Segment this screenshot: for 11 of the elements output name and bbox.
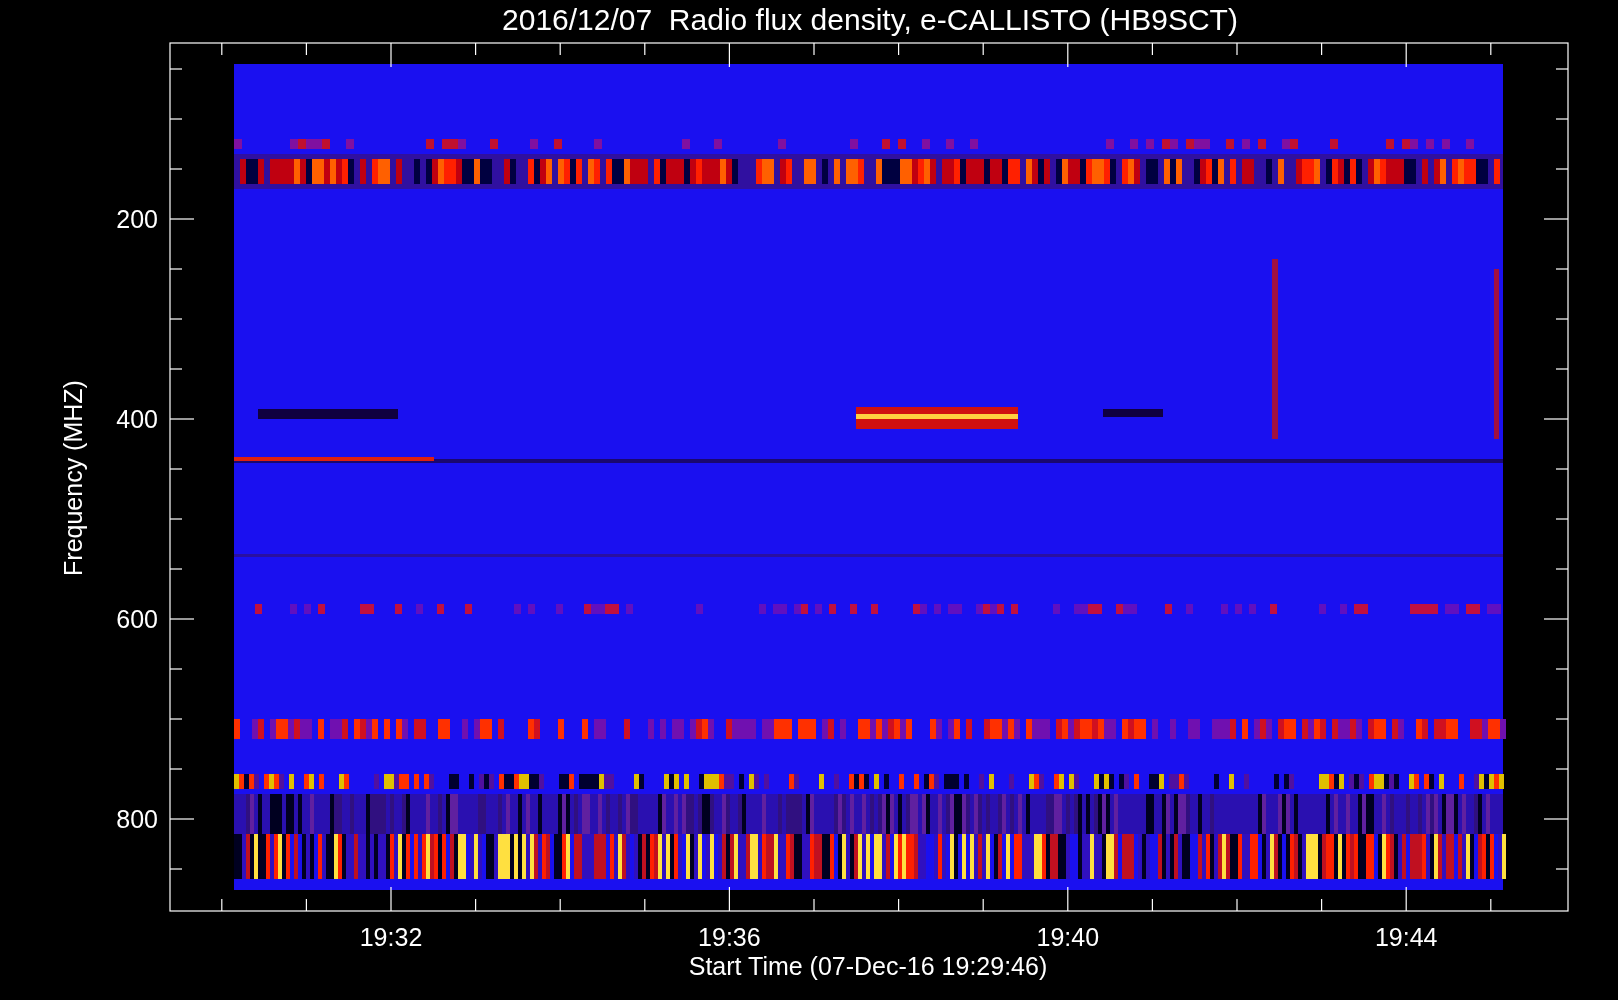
- y-axis-label: Frequency (MHZ): [59, 380, 87, 576]
- x-tick-label: 19:40: [1036, 923, 1100, 951]
- chart-title: 2016/12/07 Radio flux density, e-CALLISTO (HB9SCT): [502, 3, 1238, 36]
- x-tick-label: 19:36: [698, 923, 761, 951]
- x-tick-label: 19:44: [1374, 923, 1438, 951]
- y-tick-label: 400: [116, 405, 158, 433]
- y-tick-label: 200: [116, 205, 158, 233]
- y-tick-label: 600: [116, 605, 158, 633]
- x-tick-label: 19:32: [359, 923, 423, 951]
- y-tick-label: 800: [116, 805, 158, 833]
- x-axis-label: Start Time (07-Dec-16 19:29:46): [688, 952, 1048, 980]
